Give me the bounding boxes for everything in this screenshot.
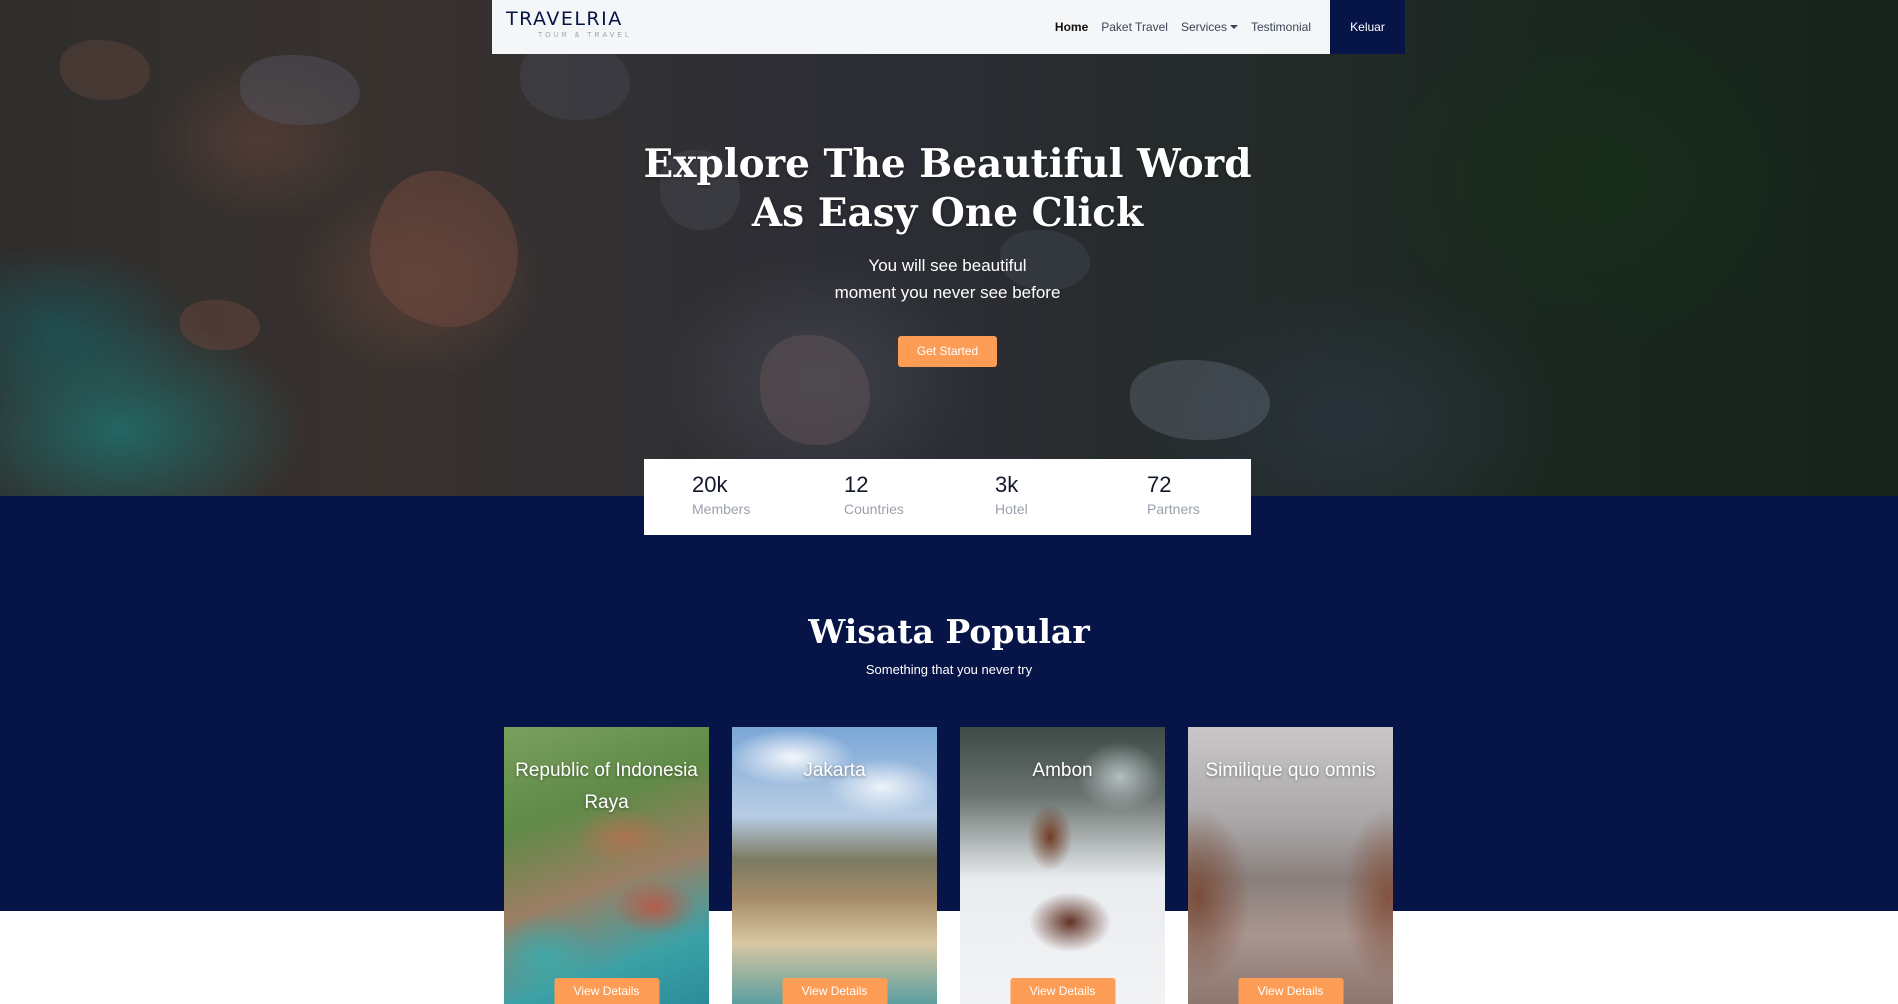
view-details-button[interactable]: View Details [782,978,887,1004]
nav-item-services-dropdown[interactable]: Services [1181,20,1238,34]
navbar: TRAVELRIA TOUR & TRAVEL Home Paket Trave… [492,0,1405,54]
stat-label: Members [692,501,751,517]
brand-logo[interactable]: TRAVELRIA TOUR & TRAVEL [506,8,632,39]
hero-title: Explore The Beautiful Word As Easy One C… [600,140,1295,238]
nav-links: Home Paket Travel Services Testimonial [1055,0,1311,54]
hero-subtitle-line1: You will see beautiful [868,256,1027,275]
caret-down-icon [1229,25,1238,29]
popular-section-title: Wisata Popular [808,612,1090,651]
popular-section-background [0,496,1898,911]
card-title: Similique quo omnis [1205,760,1376,781]
stats-bar: 20k Members 12 Countries 3k Hotel 72 Par… [644,459,1251,535]
hero-subtitle-line2: moment you never see before [834,283,1061,302]
destination-card[interactable]: Republic of Indonesia Raya View Details [504,727,709,1004]
stat-members: 20k Members [692,472,751,518]
stat-value: 12 [844,472,869,497]
destination-card[interactable]: Similique quo omnis View Details [1188,727,1393,1004]
destination-card[interactable]: Ambon View Details [960,727,1165,1004]
stat-label: Partners [1147,501,1200,517]
logout-button[interactable]: Keluar [1330,0,1405,54]
card-title: Ambon [1032,760,1093,781]
nav-item-testimonial[interactable]: Testimonial [1251,20,1311,34]
hero-title-line2: As Easy One Click [751,190,1144,236]
nav-item-paket-travel[interactable]: Paket Travel [1101,20,1168,34]
stat-value: 3k [995,472,1019,497]
nav-item-services-label: Services [1180,20,1227,34]
brand-tagline: TOUR & TRAVEL [538,32,632,39]
stat-hotel: 3k Hotel [995,472,1028,518]
view-details-button[interactable]: View Details [554,978,659,1004]
stat-partners: 72 Partners [1147,472,1200,518]
card-title: Republic of Indonesia Raya [515,760,698,813]
popular-section-subtitle: Something that you never try [865,662,1033,677]
view-details-button[interactable]: View Details [1010,978,1115,1004]
destination-card[interactable]: Jakarta View Details [732,727,937,1004]
get-started-button[interactable]: Get Started [898,336,997,367]
stat-countries: 12 Countries [844,472,904,518]
stat-value: 72 [1147,472,1172,497]
card-title: Jakarta [803,760,866,781]
stat-label: Hotel [995,501,1028,517]
stat-value: 20k [692,472,728,497]
nav-item-home[interactable]: Home [1055,20,1088,34]
hero-subtitle: You will see beautiful moment you never … [700,252,1195,306]
hero-background-image [0,0,1898,496]
brand-name: TRAVELRIA [506,8,623,30]
hero-title-line1: Explore The Beautiful Word [643,141,1252,187]
view-details-button[interactable]: View Details [1238,978,1343,1004]
stat-label: Countries [844,501,904,517]
